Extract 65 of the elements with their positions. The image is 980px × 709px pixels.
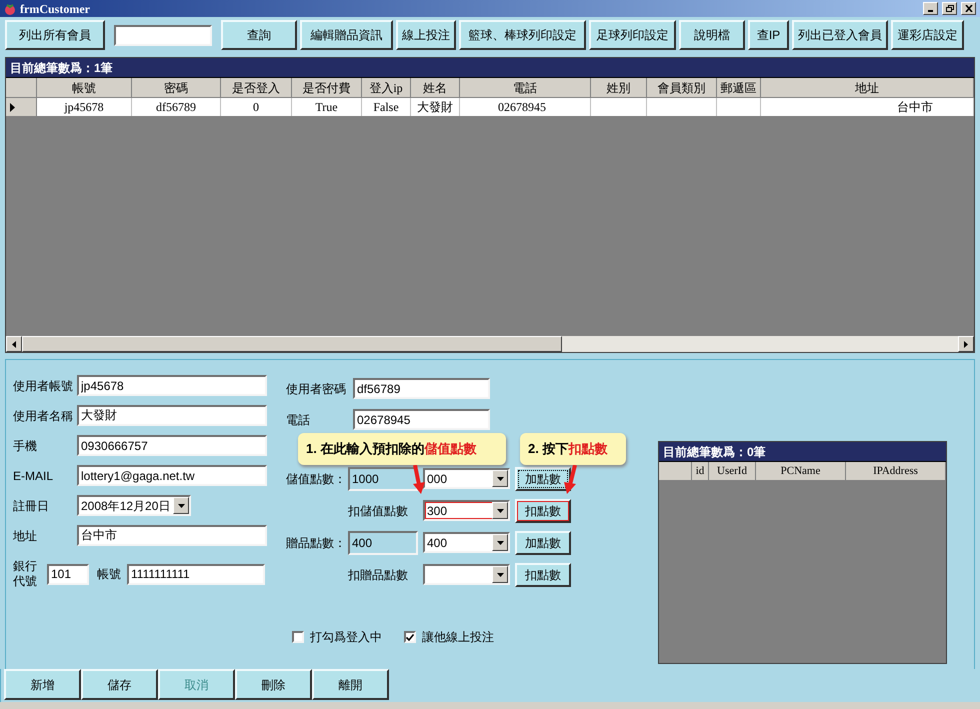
table-cell: 台中市 <box>761 98 974 116</box>
points-button[interactable]: 加點數 <box>515 466 571 490</box>
field-label: 扣贈品點數 <box>347 566 409 584</box>
toolbar-button[interactable]: 籃球、棒球列印設定 <box>459 20 586 50</box>
callout-tooltip: 1. 在此輸入預扣除的儲值點數 <box>298 433 506 465</box>
field-label: 贈品點數： <box>286 534 347 552</box>
table-cell: 大發財 <box>411 98 460 116</box>
field-label: 手機 <box>13 438 38 454</box>
checkbox-label: 讓他線上投注 <box>422 629 494 646</box>
column-header[interactable]: PCName <box>756 462 846 480</box>
text-field[interactable]: jp45678 <box>77 375 267 396</box>
grid-caption: 目前總筆數爲：0筆 <box>659 442 946 461</box>
points-button[interactable]: 扣點數 <box>515 562 571 586</box>
column-header[interactable]: UserId <box>709 462 756 480</box>
readonly-field: 400 <box>348 530 418 554</box>
table-cell: True <box>292 98 362 116</box>
toolbar-button[interactable]: 線上投注 <box>396 20 456 50</box>
action-button[interactable]: 刪除 <box>235 669 312 700</box>
date-field[interactable]: 2008年12月20日 <box>77 495 191 516</box>
toolbar-button[interactable]: 編輯贈品資訊 <box>300 20 393 50</box>
action-button[interactable]: 離開 <box>312 669 389 700</box>
callout-tooltip: 2. 按下扣點數 <box>520 433 626 465</box>
dropdown-field[interactable]: 400 <box>423 532 510 553</box>
text-field[interactable]: 101 <box>47 564 89 584</box>
field-label: 儲值點數： <box>286 470 347 488</box>
field-label: 銀行代號 <box>13 559 38 589</box>
grid-caption: 目前總筆數爲：1筆 <box>6 58 974 77</box>
field-label: E-MAIL <box>13 468 54 484</box>
table-cell: df56789 <box>132 98 221 116</box>
toolbar-button[interactable]: 運彩店設定 <box>891 20 964 50</box>
field-label: 電話 <box>286 412 311 428</box>
table-cell: False <box>362 98 411 116</box>
text-field[interactable]: 1111111111 <box>127 564 265 584</box>
column-header[interactable]: id <box>692 462 709 480</box>
checkbox-label: 打勾爲登入中 <box>310 629 382 646</box>
field-label: 使用者帳號 <box>13 378 74 394</box>
points-button[interactable]: 加點數 <box>515 530 571 554</box>
text-field[interactable]: lottery1@gaga.net.tw <box>77 465 267 486</box>
toolbar-button[interactable]: 列出已登入會員 <box>792 20 888 50</box>
toolbar-button[interactable]: 列出所有會員 <box>5 20 105 50</box>
text-field[interactable]: 台中市 <box>77 525 267 546</box>
action-button[interactable]: 新增 <box>4 669 81 700</box>
dropdown-field[interactable]: 000 <box>423 468 510 489</box>
window-title: frmCustomer <box>20 0 90 18</box>
toolbar-button[interactable]: 說明檔 <box>679 20 745 50</box>
toolbar-button[interactable]: 查IP <box>748 20 789 50</box>
column-header[interactable]: IPAddress <box>846 462 946 480</box>
table-cell: jp45678 <box>37 98 132 116</box>
action-button[interactable]: 儲存 <box>81 669 158 700</box>
field-label: 帳號 <box>97 566 121 583</box>
text-field[interactable]: 大發財 <box>77 405 267 426</box>
toolbar-button[interactable]: 足球列印設定 <box>589 20 676 50</box>
text-field[interactable]: 0930666757 <box>77 435 267 456</box>
field-label: 使用者名稱 <box>13 408 74 424</box>
dropdown-field[interactable]: 300 <box>423 500 510 521</box>
text-field[interactable]: 02678945 <box>353 409 490 430</box>
field-label: 地址 <box>13 528 38 544</box>
field-label: 扣儲值點數 <box>347 502 409 520</box>
table-cell: 0 <box>221 98 292 116</box>
points-button[interactable]: 扣點數 <box>515 498 571 522</box>
field-label: 註冊日 <box>13 498 50 514</box>
table-cell: 02678945 <box>460 98 591 116</box>
field-label: 使用者密碼 <box>286 380 347 398</box>
text-field[interactable]: df56789 <box>353 378 490 399</box>
toolbar-button[interactable]: 查詢 <box>221 20 297 50</box>
